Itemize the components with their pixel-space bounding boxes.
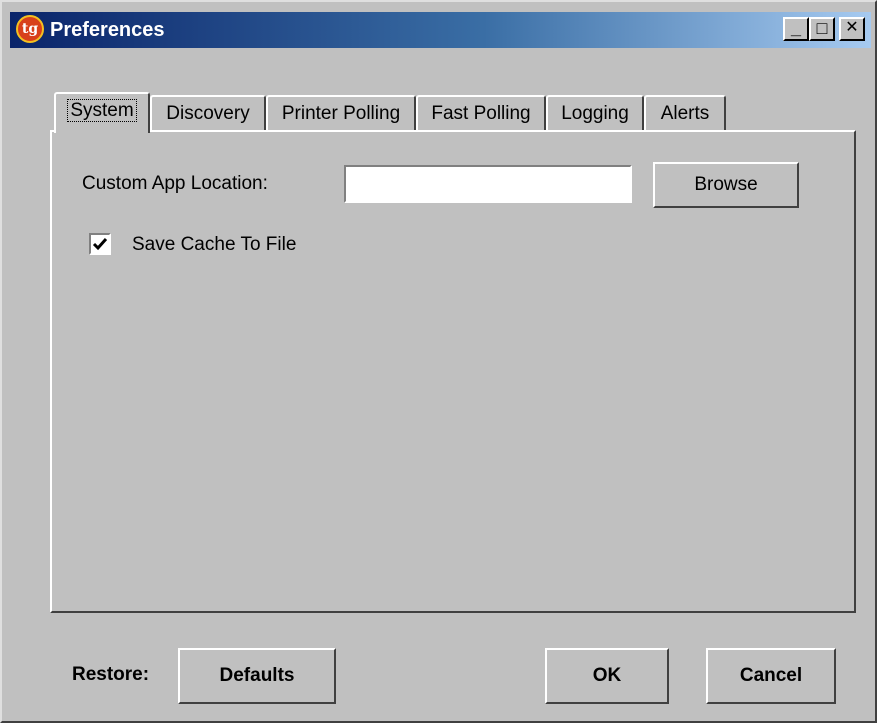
cancel-button-label: Cancel [739,665,803,686]
tab-logging[interactable]: Logging [546,95,644,131]
ok-button-label: OK [592,665,622,686]
tab-label: Alerts [660,103,710,124]
checkmark-icon [92,238,108,251]
preferences-window: tg Preferences _ □ ✕ System Discovery Pr… [0,0,877,723]
restore-label: Restore: [72,664,150,685]
tab-label: Logging [561,103,629,124]
minimize-icon: _ [790,18,801,38]
tab-discovery[interactable]: Discovery [150,95,266,131]
browse-button[interactable]: Browse [653,162,799,208]
custom-app-location-label: Custom App Location: [82,173,268,194]
tab-system[interactable]: System [54,92,150,133]
minimize-button[interactable]: _ [783,17,809,41]
window-title: Preferences [50,19,165,41]
close-button[interactable]: ✕ [839,17,865,41]
tab-alerts[interactable]: Alerts [644,95,726,131]
title-bar[interactable]: tg Preferences _ □ ✕ [10,12,871,48]
tab-label: System [67,99,137,122]
ok-button[interactable]: OK [545,648,669,704]
browse-button-label: Browse [694,174,758,195]
app-icon[interactable]: tg [16,15,44,43]
tab-fast-polling[interactable]: Fast Polling [416,95,546,131]
save-cache-label[interactable]: Save Cache To File [132,233,296,257]
tab-label: Discovery [166,103,250,124]
close-icon: ✕ [845,19,859,36]
maximize-icon: □ [816,18,828,38]
save-cache-checkbox[interactable] [89,233,111,255]
tab-label: Printer Polling [281,103,401,124]
cancel-button[interactable]: Cancel [706,648,836,704]
maximize-button[interactable]: □ [809,17,835,41]
tab-printer-polling[interactable]: Printer Polling [266,95,416,131]
tab-label: Fast Polling [431,103,531,124]
defaults-button-label: Defaults [219,665,295,686]
custom-app-location-input[interactable] [344,165,632,203]
defaults-button[interactable]: Defaults [178,648,336,704]
